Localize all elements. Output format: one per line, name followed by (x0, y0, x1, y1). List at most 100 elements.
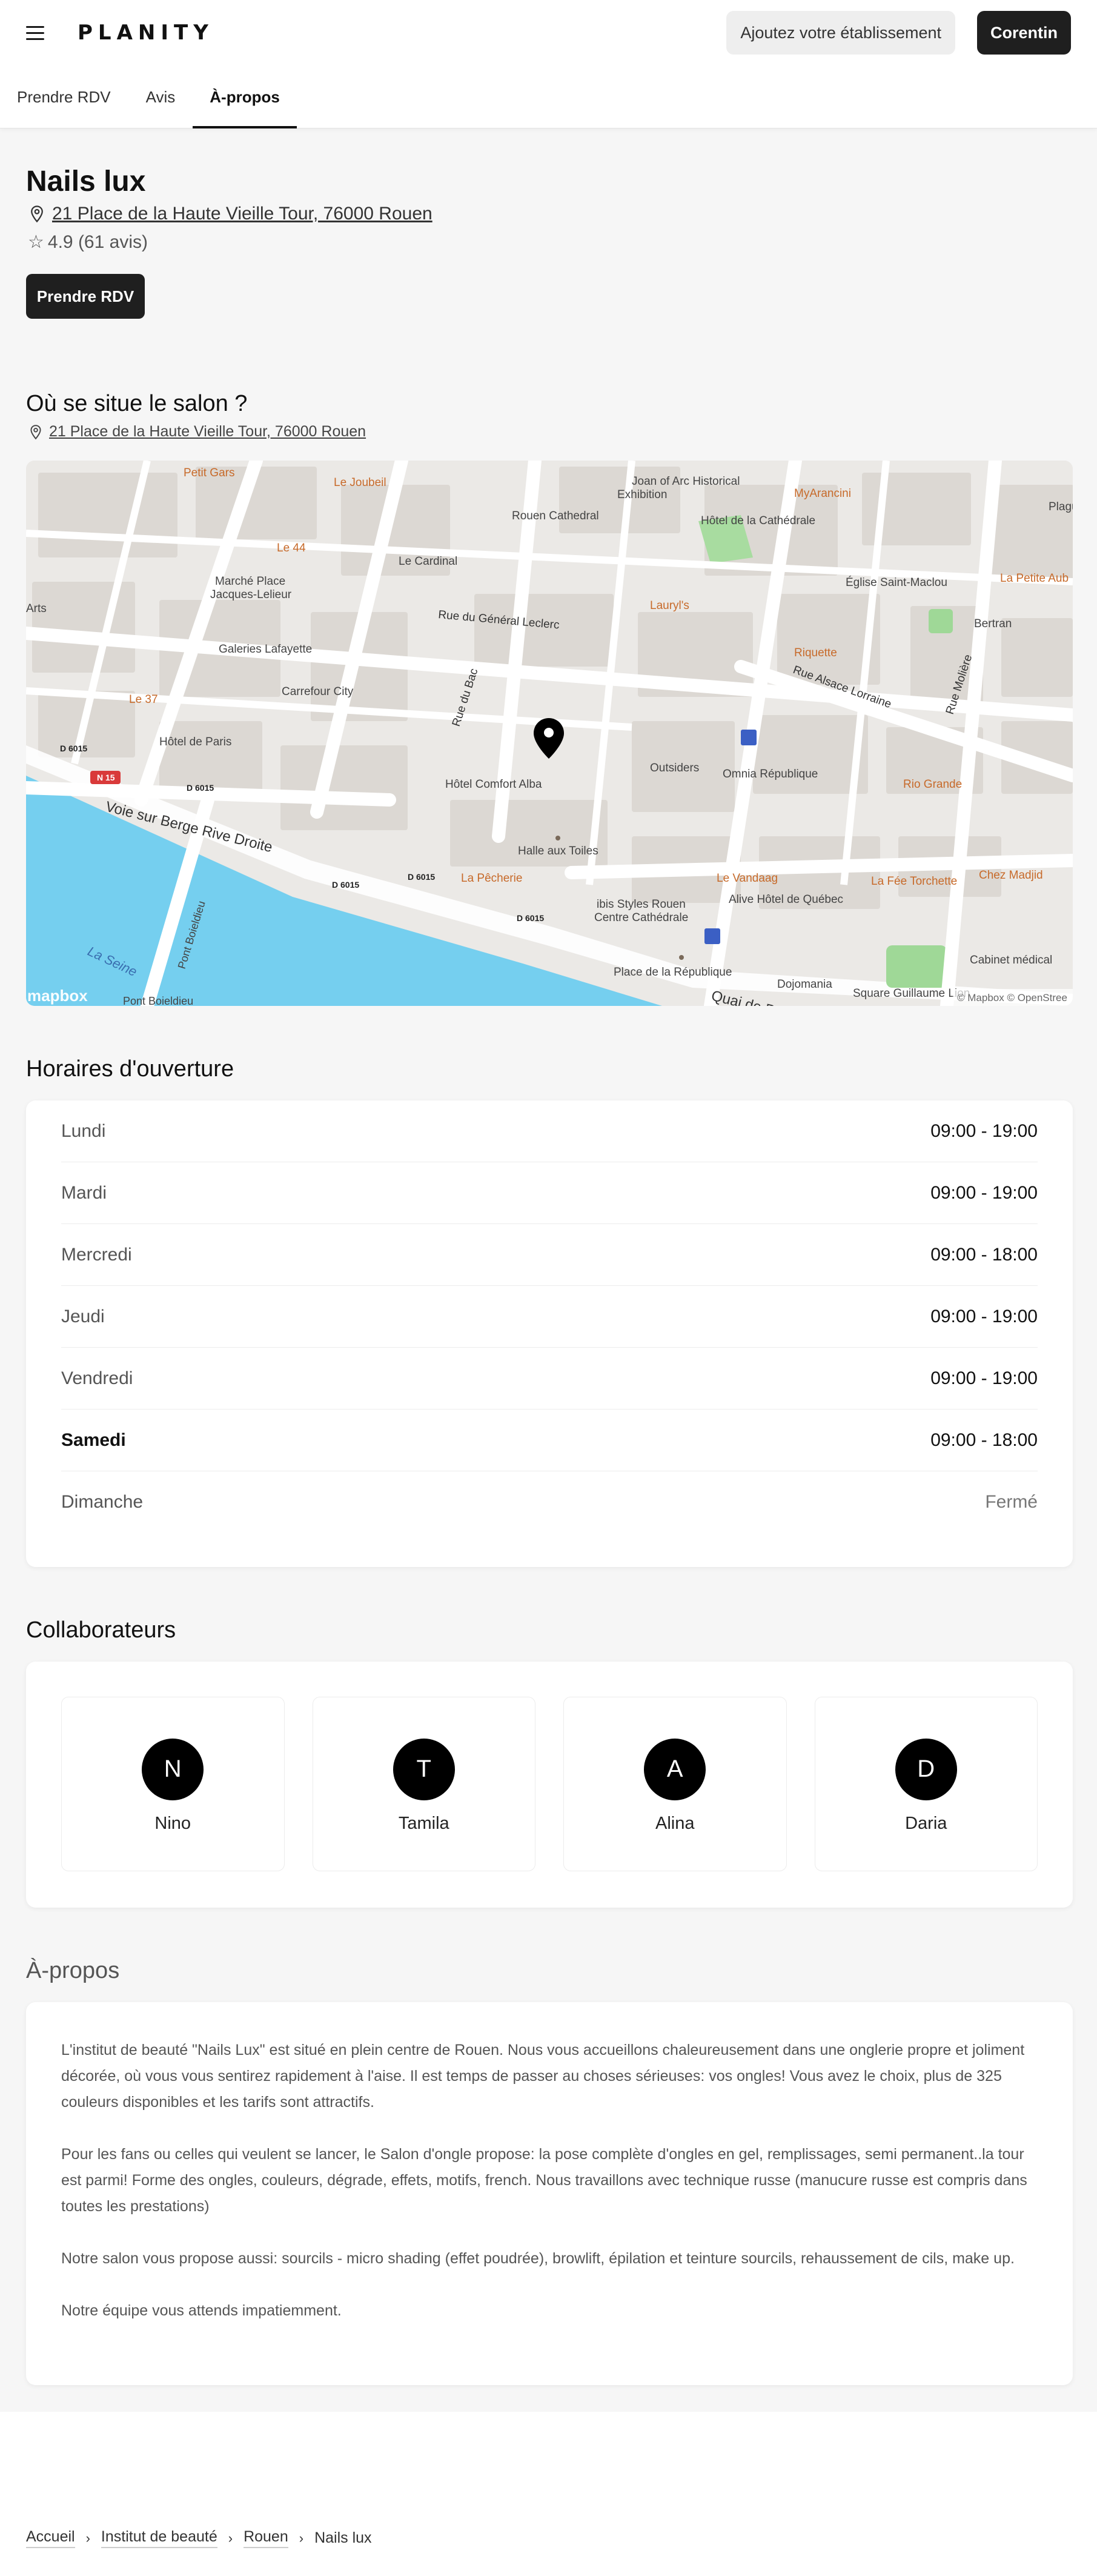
svg-text:Hôtel de la Cathédrale: Hôtel de la Cathédrale (701, 514, 815, 527)
svg-text:Rio Grande: Rio Grande (903, 778, 962, 791)
book-appointment-button[interactable]: Prendre RDV (26, 274, 145, 319)
svg-text:Hôtel Comfort Alba: Hôtel Comfort Alba (445, 778, 542, 791)
breadcrumb: Accueil › Institut de beauté › Rouen › N… (26, 2528, 372, 2548)
hours-row: Mercredi 09:00 - 18:00 (61, 1224, 1038, 1286)
salon-tabs: Prendre RDV Avis À-propos (0, 65, 1097, 128)
hours-time: 09:00 - 18:00 (930, 1429, 1038, 1450)
hours-time: 09:00 - 19:00 (930, 1120, 1038, 1141)
menu-icon[interactable] (26, 19, 53, 46)
hours-card: Lundi 09:00 - 19:00 Mardi 09:00 - 19:00 Me… (26, 1100, 1073, 1567)
svg-text:Chez Madjid: Chez Madjid (979, 869, 1043, 882)
svg-text:La Fée Torchette: La Fée Torchette (871, 875, 957, 888)
salon-address-link[interactable]: 21 Place de la Haute Vieille Tour, 76000… (52, 204, 433, 224)
hours-day: Mercredi (61, 1244, 132, 1265)
svg-text:Joan of Arc Historical: Joan of Arc Historical (632, 475, 740, 488)
avatar: N (142, 1738, 204, 1800)
collaborator-name: Daria (905, 1813, 947, 1833)
tab-a-propos[interactable]: À-propos (193, 65, 297, 128)
hours-title: Horaires d'ouverture (26, 1056, 234, 1082)
star-icon: ☆ (28, 232, 44, 252)
svg-text:D 6015: D 6015 (332, 880, 359, 890)
add-business-button[interactable]: Ajoutez votre établissement (726, 11, 955, 55)
svg-text:La Pêcherie: La Pêcherie (461, 872, 522, 885)
svg-text:Marché Place: Marché Place (215, 575, 285, 588)
hours-time: 09:00 - 19:00 (930, 1306, 1038, 1326)
location-address-link[interactable]: 21 Place de la Haute Vieille Tour, 76000… (49, 423, 366, 441)
hours-row: Jeudi 09:00 - 19:00 (61, 1286, 1038, 1348)
svg-text:Jacques-Lelieur: Jacques-Lelieur (210, 588, 292, 601)
svg-text:Hôtel de Paris: Hôtel de Paris (159, 736, 231, 748)
location-pin-icon (30, 424, 41, 439)
svg-text:D 6015: D 6015 (187, 783, 214, 793)
hours-row: Lundi 09:00 - 19:00 (61, 1100, 1038, 1162)
svg-text:Square Guillaume Lion: Square Guillaume Lion (853, 987, 970, 1000)
salon-name: Nails lux (26, 165, 146, 198)
about-paragraph: Pour les fans ou celles qui veulent se l… (61, 2146, 1027, 2215)
tab-prendre-rdv[interactable]: Prendre RDV (17, 65, 111, 128)
svg-text:Outsiders: Outsiders (650, 762, 699, 774)
hours-day: Mardi (61, 1182, 107, 1203)
svg-text:Carrefour City: Carrefour City (282, 685, 354, 698)
tab-avis[interactable]: Avis (146, 65, 176, 128)
svg-text:La Petite Aub: La Petite Aub (1000, 572, 1069, 585)
svg-text:Le 37: Le 37 (129, 693, 158, 706)
header-actions: Ajoutez votre établissement Corentin (726, 11, 1071, 55)
top-header: PLANITY Ajoutez votre établissement Core… (0, 0, 1097, 65)
hours-time: Fermé (985, 1492, 1038, 1512)
breadcrumb-institut[interactable]: Institut de beauté (101, 2528, 217, 2548)
svg-text:mapbox: mapbox (27, 987, 88, 1005)
hours-row: Vendredi 09:00 - 19:00 (61, 1348, 1038, 1409)
salon-address: 21 Place de la Haute Vieille Tour, 76000… (28, 204, 433, 224)
svg-text:D 6015: D 6015 (517, 913, 544, 923)
collaborator-card[interactable]: T Tamila (312, 1697, 535, 1871)
svg-text:ibis Styles Rouen: ibis Styles Rouen (597, 898, 686, 911)
rating-text: 4.9 (61 avis) (47, 231, 148, 252)
svg-text:Omnia République: Omnia République (723, 768, 818, 780)
collaborator-name: Nino (154, 1813, 191, 1833)
hours-time: 09:00 - 19:00 (930, 1368, 1038, 1388)
footer (0, 2412, 1097, 2576)
about-paragraph: Notre salon vous propose aussi: sourcils… (61, 2250, 1015, 2267)
svg-text:Le Vandaag: Le Vandaag (717, 872, 778, 885)
svg-text:Lauryl's: Lauryl's (650, 599, 689, 612)
collaborators-card: N Nino T Tamila A Alina D Daria (26, 1662, 1073, 1908)
hours-time: 09:00 - 19:00 (930, 1182, 1038, 1203)
hours-time: 09:00 - 18:00 (930, 1244, 1038, 1265)
svg-text:Bertran: Bertran (974, 617, 1012, 630)
svg-text:Rouen Cathedral: Rouen Cathedral (512, 510, 599, 522)
collaborator-card[interactable]: D Daria (814, 1697, 1038, 1871)
collaborator-card[interactable]: A Alina (563, 1697, 787, 1871)
svg-text:Riquette: Riquette (794, 647, 837, 659)
avatar: D (895, 1738, 957, 1800)
location-title: Où se situe le salon ? (26, 391, 248, 416)
planity-logo[interactable]: PLANITY (78, 21, 214, 45)
avatar: A (644, 1738, 706, 1800)
avatar: T (393, 1738, 455, 1800)
hours-row: Dimanche Fermé (61, 1471, 1038, 1533)
salon-map[interactable]: Petit Gars Le Joubeil MyArancini Le 44 L… (26, 461, 1073, 1006)
svg-text:Place de la République: Place de la République (614, 966, 732, 979)
breadcrumb-city[interactable]: Rouen (244, 2528, 288, 2548)
collaborator-card[interactable]: N Nino (61, 1697, 285, 1871)
svg-text:Le 44: Le 44 (277, 542, 306, 554)
location-address: 21 Place de la Haute Vieille Tour, 76000… (28, 423, 366, 441)
collaborators-title: Collaborateurs (26, 1617, 176, 1643)
hours-row-today: Samedi 09:00 - 18:00 (61, 1409, 1038, 1471)
svg-text:Le Cardinal: Le Cardinal (399, 555, 457, 568)
svg-text:Halle aux Toiles: Halle aux Toiles (518, 845, 598, 857)
hours-day: Samedi (61, 1429, 126, 1450)
svg-text:Alive Hôtel de Québec: Alive Hôtel de Québec (729, 893, 843, 906)
breadcrumb-current: Nails lux (314, 2529, 372, 2546)
hours-day: Jeudi (61, 1306, 105, 1326)
svg-text:Église Saint-Maclou: Église Saint-Maclou (846, 576, 947, 589)
svg-text:Pont Boieldieu: Pont Boieldieu (123, 995, 193, 1006)
svg-text:Centre Cathédrale: Centre Cathédrale (594, 911, 688, 924)
svg-text:Galeries Lafayette: Galeries Lafayette (219, 643, 312, 656)
user-account-button[interactable]: Corentin (977, 11, 1071, 55)
breadcrumb-accueil[interactable]: Accueil (26, 2528, 75, 2548)
hours-day: Lundi (61, 1120, 106, 1141)
salon-rating: ☆ 4.9 (61 avis) (28, 231, 148, 253)
chevron-right-icon: › (299, 2530, 304, 2546)
hours-day: Vendredi (61, 1368, 133, 1388)
svg-text:MyArancini: MyArancini (794, 487, 851, 500)
